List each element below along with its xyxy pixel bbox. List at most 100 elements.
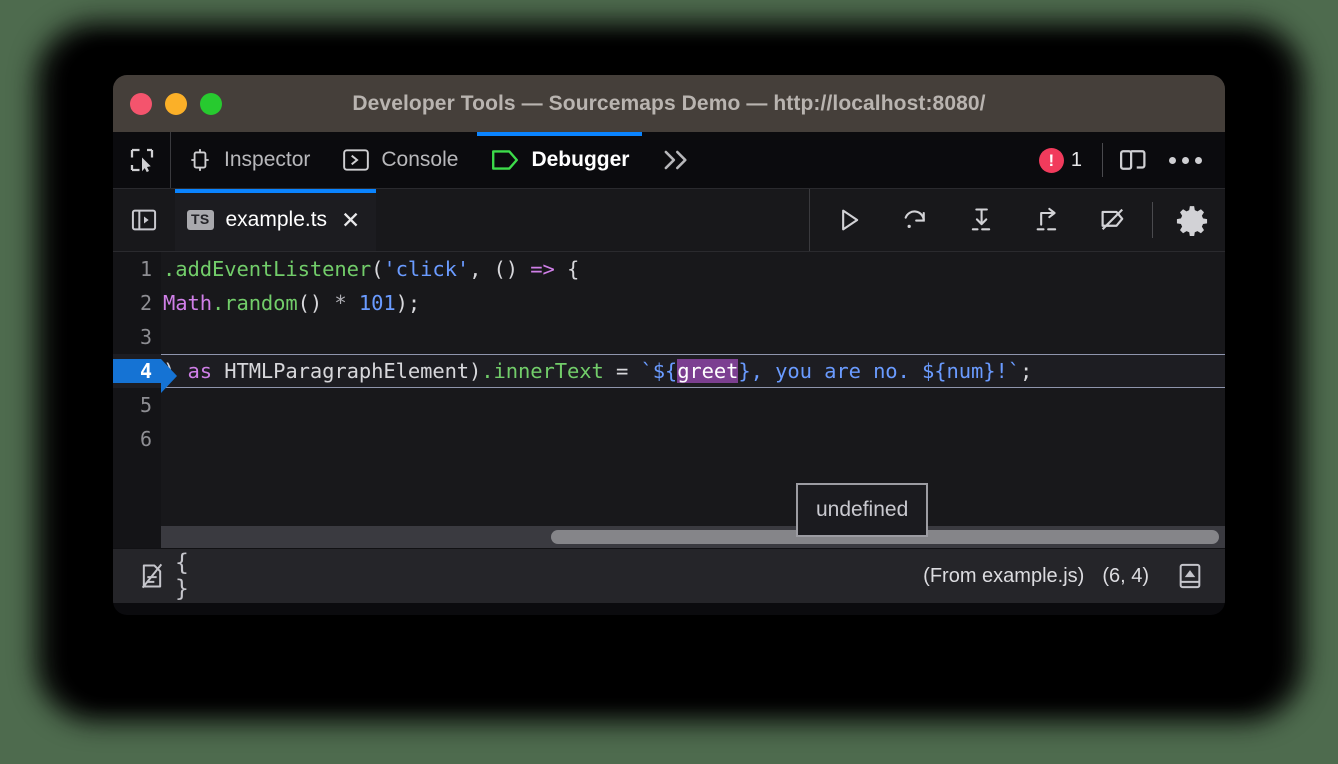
error-count-label: 1 <box>1071 149 1082 172</box>
error-count-badge[interactable]: ! 1 <box>1023 148 1098 173</box>
tab-debugger[interactable]: Debugger <box>474 132 645 188</box>
code-token: * <box>334 291 346 315</box>
chevron-double-right-icon <box>659 147 691 173</box>
code-token: = <box>604 359 641 383</box>
tab-overflow-button[interactable] <box>645 132 705 188</box>
resume-button[interactable] <box>816 189 882 251</box>
element-picker-button[interactable] <box>113 132 171 188</box>
code-line-3[interactable]: 3 <box>113 320 1225 354</box>
step-out-button[interactable] <box>1014 189 1080 251</box>
debugger-controls <box>809 189 1225 251</box>
code-token: .innerText <box>481 359 603 383</box>
error-exclamation-icon: ! <box>1039 148 1064 173</box>
code-token: .addEventListener <box>163 257 371 281</box>
code-token: as <box>187 359 211 383</box>
scroll-to-top-button[interactable] <box>1167 562 1213 590</box>
status-bar-right: (From example.js) (6, 4) <box>923 562 1213 590</box>
code-line-2[interactable]: 2 Math.random() * 101); <box>113 286 1225 320</box>
line-number: 3 <box>113 325 161 349</box>
window-title: Developer Tools — Sourcemaps Demo — http… <box>113 92 1225 116</box>
code-token: , () <box>469 257 530 281</box>
gear-icon <box>1176 204 1208 236</box>
title-bar: Developer Tools — Sourcemaps Demo — http… <box>113 75 1225 132</box>
traffic-lights <box>130 93 222 115</box>
breakpoint-slash-icon <box>1098 205 1128 235</box>
code-token: => <box>530 257 554 281</box>
horizontal-scrollbar[interactable] <box>161 526 1225 548</box>
code-token: ( <box>371 257 383 281</box>
screen: Developer Tools — Sourcemaps Demo — http… <box>0 0 1338 764</box>
step-in-button[interactable] <box>948 189 1014 251</box>
code-token: 101 <box>359 291 396 315</box>
inspector-icon <box>187 147 213 173</box>
code-token: () <box>298 291 335 315</box>
play-icon <box>835 206 863 234</box>
code-token: .random <box>212 291 298 315</box>
code-token: ); <box>396 291 420 315</box>
step-out-icon <box>1033 206 1061 234</box>
line-number: 5 <box>113 393 161 417</box>
devtools-window: Developer Tools — Sourcemaps Demo — http… <box>113 75 1225 615</box>
code-line-6[interactable]: 6 <box>113 422 1225 456</box>
tabbar-right-group: ! 1 <box>1023 132 1225 188</box>
close-window-button[interactable] <box>130 93 152 115</box>
minimize-window-button[interactable] <box>165 93 187 115</box>
toggle-panes-icon <box>130 206 158 234</box>
source-origin-label: (From example.js) <box>923 565 1084 588</box>
code-text: Math.random() * 101); <box>161 291 420 315</box>
meatball-menu-icon <box>1169 157 1202 164</box>
prettyprint-button[interactable] <box>129 562 175 590</box>
code-token: }, you are no. ${num}!` <box>738 359 1020 383</box>
line-number: 4 <box>113 359 161 383</box>
hovered-variable-token[interactable]: greet <box>677 359 738 383</box>
tab-inspector[interactable]: Inspector <box>171 132 326 188</box>
tab-console-label: Console <box>381 148 458 172</box>
code-text: ) as HTMLParagraphElement).innerText = `… <box>161 359 1032 383</box>
responsive-design-mode-icon <box>1118 145 1148 175</box>
step-over-button[interactable] <box>882 189 948 251</box>
code-token: { <box>555 257 579 281</box>
source-toolbar: TS example.ts ✕ <box>113 189 1225 252</box>
tab-inspector-label: Inspector <box>224 148 310 172</box>
code-token: HTMLParagraphElement) <box>212 359 481 383</box>
file-tab-example-ts[interactable]: TS example.ts ✕ <box>175 189 376 251</box>
step-over-icon <box>901 206 929 234</box>
deactivate-breakpoints-button[interactable] <box>1080 189 1146 251</box>
code-token: `${ <box>640 359 677 383</box>
devtools-tabbar: Inspector Console <box>113 132 1225 189</box>
line-number: 1 <box>113 257 161 281</box>
step-in-icon <box>967 206 995 234</box>
code-line-5[interactable]: 5 <box>113 388 1225 422</box>
line-number: 2 <box>113 291 161 315</box>
editor-status-bar: { } (From example.js) (6, 4) <box>113 548 1225 603</box>
prettyprint-disabled-icon <box>138 562 166 590</box>
tab-console[interactable]: Console <box>326 132 474 188</box>
cursor-position-label: (6, 4) <box>1102 565 1149 588</box>
code-rows: 1 .addEventListener('click', () => { 2 M… <box>113 252 1225 456</box>
tab-debugger-label: Debugger <box>531 148 629 172</box>
code-token: 'click' <box>383 257 469 281</box>
source-map-braces-button[interactable]: { } <box>175 550 221 602</box>
code-text: .addEventListener('click', () => { <box>161 257 579 281</box>
file-tab-label: example.ts <box>226 208 328 232</box>
debugger-controls-divider <box>1152 202 1153 238</box>
code-token: Math <box>163 291 212 315</box>
typescript-badge: TS <box>187 210 214 229</box>
scroll-to-top-icon <box>1177 562 1203 590</box>
code-token: ; <box>1020 359 1032 383</box>
debugger-settings-button[interactable] <box>1159 189 1225 251</box>
toggle-panes-button[interactable] <box>113 206 175 234</box>
debugger-tag-icon <box>490 148 520 172</box>
maximize-window-button[interactable] <box>200 93 222 115</box>
variable-value-tooltip: undefined <box>796 483 928 537</box>
code-editor[interactable]: 1 .addEventListener('click', () => { 2 M… <box>113 252 1225 548</box>
devtools-menu-button[interactable] <box>1159 138 1211 182</box>
code-line-4-paused[interactable]: 4 ) as HTMLParagraphElement).innerText =… <box>113 354 1225 388</box>
element-picker-icon <box>127 145 157 175</box>
code-line-1[interactable]: 1 .addEventListener('click', () => { <box>113 252 1225 286</box>
toolbar-divider <box>1102 143 1103 177</box>
tabbar-left-group: Inspector Console <box>113 132 705 188</box>
close-icon[interactable]: ✕ <box>339 209 360 232</box>
responsive-design-mode-button[interactable] <box>1107 138 1159 182</box>
console-icon <box>342 148 370 172</box>
